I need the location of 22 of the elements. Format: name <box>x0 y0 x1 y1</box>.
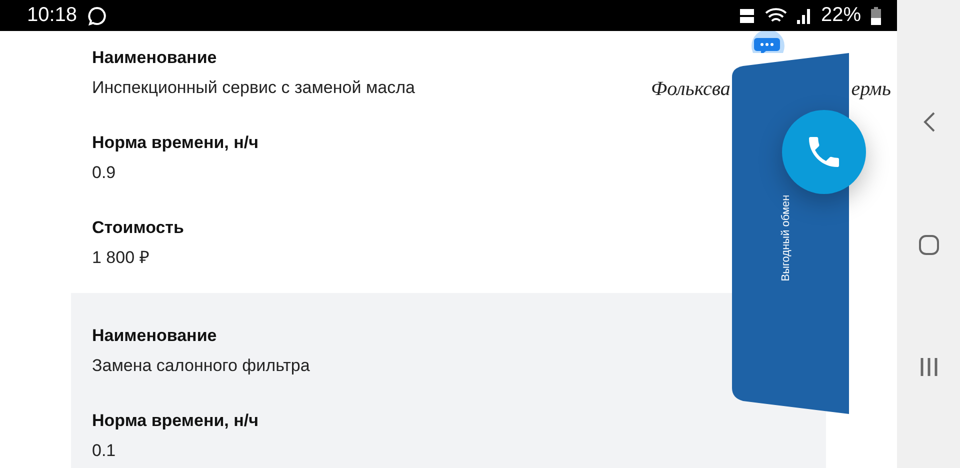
field-label: Норма времени, н/ч <box>92 132 258 154</box>
field-label: Наименование <box>92 325 217 347</box>
field-value: 0.9 <box>92 162 116 184</box>
battery-percent: 22% <box>820 4 861 27</box>
wifi-icon <box>764 6 787 24</box>
recent-apps-icon[interactable] <box>920 357 938 378</box>
chat-bubble-icon <box>87 6 108 26</box>
battery-icon <box>871 6 881 24</box>
field-label: Наименование <box>92 47 217 69</box>
field-value: Замена салонного фильтра <box>92 355 310 377</box>
back-icon[interactable] <box>922 110 936 133</box>
signal-icon <box>796 6 811 24</box>
logo-text: Фольксва <box>651 78 730 101</box>
home-icon[interactable] <box>918 234 940 256</box>
logo-text: ермь <box>851 78 891 101</box>
status-time: 10:18 <box>27 4 78 27</box>
field-value: 1 800 ₽ <box>92 247 150 269</box>
promo-tab-label: Выгодный обмен <box>780 194 792 283</box>
field-label: Норма времени, н/ч <box>92 410 258 432</box>
field-label: Стоимость <box>92 217 184 239</box>
field-value: Инспекционный сервис с заменой масла <box>92 77 415 99</box>
field-value: 0.1 <box>92 440 116 462</box>
